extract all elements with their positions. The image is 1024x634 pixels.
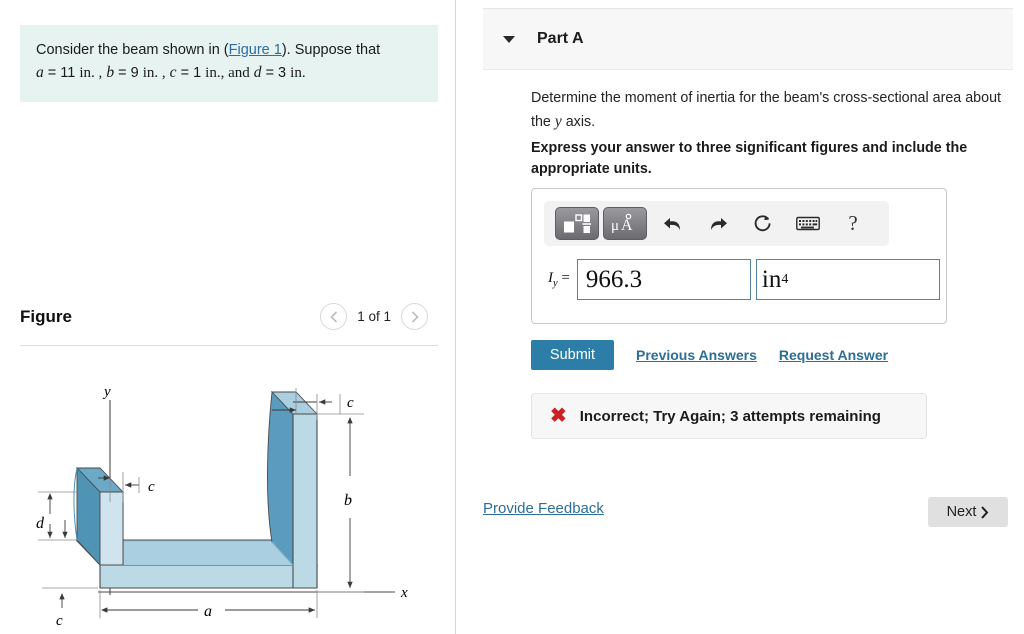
next-button[interactable]: Next — [928, 497, 1008, 527]
left-pane: Consider the beam shown in (Figure 1). S… — [0, 0, 455, 634]
units-button[interactable]: μ A — [603, 207, 647, 240]
undo-arrow-icon — [664, 217, 680, 230]
answer-entry-panel: μ A ? Iy = 966.3 in 4 — [531, 188, 947, 324]
unit-c: in., and — [205, 65, 250, 82]
var-a: a — [36, 64, 44, 82]
dim-label-d: d — [36, 515, 45, 532]
chevron-right-icon — [981, 505, 989, 519]
val-d: = 3 — [265, 65, 287, 82]
dim-label-c-bottom: c — [56, 613, 63, 629]
bottom-inner-surface — [103, 542, 293, 565]
unit-d: in. — [290, 65, 306, 82]
reset-button[interactable] — [744, 209, 782, 239]
answer-value-input[interactable]: 966.3 — [576, 259, 751, 300]
beam-cross-section-figure: y x c c b d c a — [36, 384, 408, 629]
svg-text:A: A — [621, 217, 633, 234]
answer-label: Iy = — [548, 270, 570, 289]
figure-page-count: 1 of 1 — [357, 309, 391, 324]
keyboard-icon — [796, 216, 820, 231]
help-button[interactable]: ? — [834, 209, 872, 239]
left-web-inner-face — [99, 491, 124, 566]
figure-pager: 1 of 1 — [320, 303, 428, 330]
chevron-right-icon — [411, 310, 419, 323]
question-text: Determine the moment of inertia for the … — [531, 88, 1001, 133]
figure-title: Figure — [20, 307, 72, 326]
micro-angstrom-units-icon: μ A — [611, 213, 633, 234]
problem-text-post: ). Suppose that — [281, 42, 381, 58]
answer-equals: = — [561, 270, 570, 286]
val-a: = 11 — [47, 65, 76, 82]
right-web-inner-face — [267, 390, 294, 567]
bottom-front-face — [99, 564, 318, 589]
feedback-banner: ✖ Incorrect; Try Again; 3 attempts remai… — [531, 393, 927, 439]
redo-button[interactable] — [699, 209, 737, 239]
caret-down-icon[interactable] — [503, 35, 515, 43]
reset-circular-arrow-icon — [754, 214, 771, 231]
next-label: Next — [946, 504, 977, 520]
chevron-left-icon — [330, 310, 337, 323]
figure-next-button[interactable] — [401, 303, 428, 330]
feedback-message: Incorrect; Try Again; 3 attempts remaini… — [579, 407, 881, 425]
question-prefix: Determine the moment of inertia for the … — [531, 90, 1001, 130]
provide-feedback-link[interactable]: Provide Feedback — [483, 500, 604, 517]
redo-arrow-icon — [711, 217, 727, 230]
figure-divider — [20, 345, 438, 346]
submit-row: Submit Previous Answers Request Answer — [531, 340, 888, 370]
val-b: = 9 — [118, 65, 139, 82]
dim-label-c-middle: c — [148, 479, 155, 495]
val-c: = 1 — [180, 65, 202, 82]
right-pane: Part A Determine the moment of inertia f… — [456, 0, 1024, 634]
answer-label-sub: y — [553, 278, 558, 289]
dim-label-c-top-right: c — [347, 395, 354, 411]
answer-units-input[interactable]: in 4 — [755, 259, 940, 300]
var-d: d — [253, 64, 262, 82]
previous-answers-link[interactable]: Previous Answers — [636, 347, 757, 363]
question-variable-y: y — [554, 112, 562, 130]
unit-a: in. , — [79, 65, 103, 82]
figure-1-link[interactable]: Figure 1 — [229, 42, 282, 58]
y-axis-label: y — [102, 384, 111, 400]
answer-row: Iy = 966.3 in 4 — [548, 259, 940, 300]
figure-header: Figure 1 of 1 — [20, 303, 438, 347]
math-toolbar: μ A ? — [544, 201, 889, 246]
dim-label-b: b — [344, 492, 352, 509]
right-web-front-face — [292, 413, 318, 589]
question-mark-icon: ? — [848, 211, 858, 235]
undo-button[interactable] — [654, 209, 692, 239]
problem-line-2: a = 11 in. , b = 9 in. , c = 1 in., and … — [36, 61, 422, 85]
figure-prev-button[interactable] — [320, 303, 348, 330]
page-root: Consider the beam shown in (Figure 1). S… — [0, 0, 1024, 634]
part-title: Part A — [537, 30, 584, 47]
submit-button[interactable]: Submit — [531, 340, 614, 370]
request-answer-link[interactable]: Request Answer — [779, 347, 888, 363]
math-template-icon — [564, 213, 591, 233]
dim-label-a: a — [204, 603, 212, 620]
keyboard-button[interactable] — [789, 209, 827, 239]
red-x-icon: ✖ — [550, 405, 567, 427]
answer-instruction: Express your answer to three significant… — [531, 140, 968, 178]
unit-b: in. , — [142, 65, 166, 82]
question-suffix: axis. — [561, 113, 596, 130]
part-a-header[interactable]: Part A — [483, 8, 1013, 70]
var-b: b — [106, 64, 115, 82]
unit-base: in — [761, 265, 782, 293]
problem-text-pre: Consider the beam shown in ( — [36, 42, 229, 58]
svg-text:μ: μ — [611, 218, 619, 234]
problem-line-1: Consider the beam shown in (Figure 1). S… — [36, 39, 422, 61]
x-axis-label: x — [400, 585, 408, 601]
var-c: c — [169, 64, 177, 82]
math-template-button[interactable] — [555, 207, 599, 240]
unit-exponent: 4 — [781, 271, 789, 287]
problem-statement: Consider the beam shown in (Figure 1). S… — [20, 25, 438, 102]
